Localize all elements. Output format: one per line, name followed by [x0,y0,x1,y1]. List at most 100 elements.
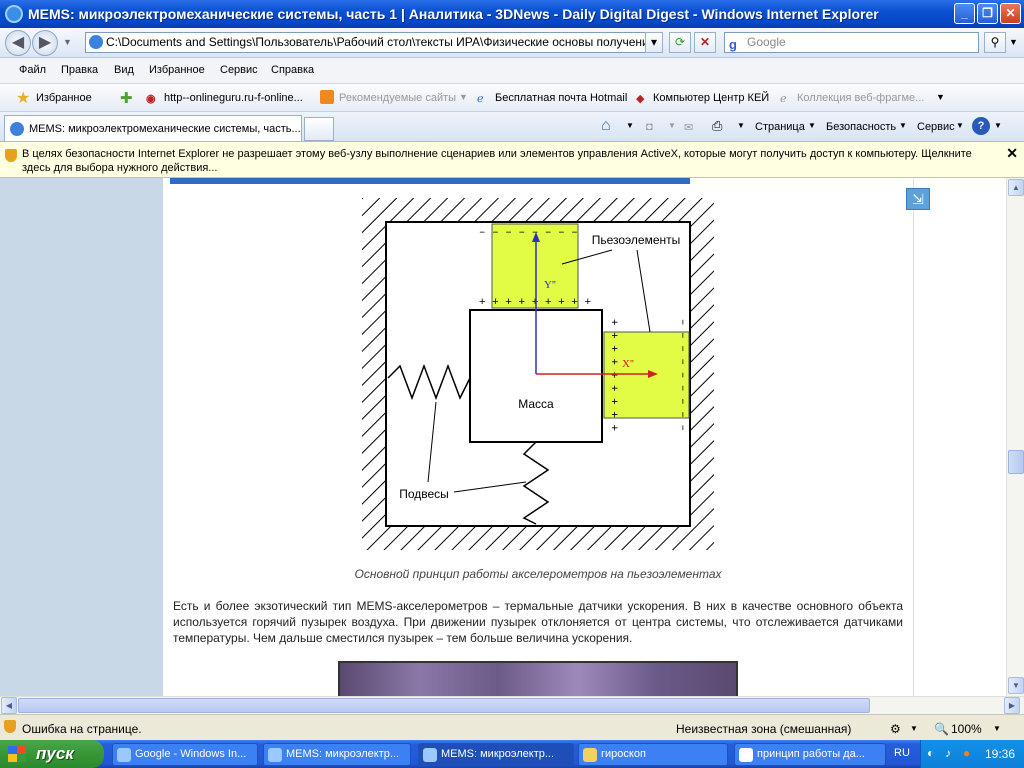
link-icon: ◉ [146,93,156,105]
rss-icon[interactable]: ◘ [646,121,653,133]
chevron-down-icon[interactable]: ▼ [993,724,1001,733]
fav-link-kei[interactable]: Компьютер Центр КЕЙ [653,92,769,104]
menu-view[interactable]: Вид [114,64,134,76]
scroll-right-button[interactable]: ▶ [1004,697,1020,714]
fav-link-suggested[interactable]: Рекомендуемые сайты [339,92,456,104]
protected-mode-icon[interactable]: ⚙ [890,722,901,736]
zoom-level[interactable]: 100% [951,722,982,736]
chevron-down-icon[interactable]: ▼ [956,121,964,130]
springs-label: Подвесы [399,487,449,501]
figure-caption: Основной принцип работы акселерометров н… [354,567,722,581]
word-icon [739,748,753,762]
fav-link-hotmail[interactable]: Бесплатная почта Hotmail [495,92,627,104]
tools-menu[interactable]: Сервис [917,121,955,133]
information-bar[interactable]: В целях безопасности Internet Explorer н… [0,142,1024,178]
chevron-down-icon[interactable]: ▼ [626,121,634,130]
tab-mems[interactable]: MEMS: микроэлектромеханические системы, … [4,115,302,141]
forward-button[interactable]: ▶ [32,30,58,56]
refresh-icon[interactable]: ⟳ [669,32,691,53]
chevron-down-icon[interactable]: ▼ [899,121,907,130]
back-button[interactable]: ◀ [5,30,31,56]
piezo-label: Пьезоэлементы [592,233,681,247]
maximize-button[interactable]: ❐ [977,3,998,24]
address-dropdown-button[interactable]: ▾ [645,32,663,53]
start-label: пуск [36,744,74,763]
left-margin [0,178,163,696]
search-options-icon[interactable]: ▼ [1009,37,1018,47]
window-title: MEMS: микроэлектромеханические системы, … [28,6,879,22]
add-favorite-icon[interactable]: ✚ [120,89,133,107]
chevron-down-icon[interactable]: ▼ [737,121,745,130]
title-bar: MEMS: микроэлектромеханические системы, … [0,0,1024,28]
horizontal-scrollbar[interactable]: ◀ ▶ [0,696,1024,714]
network-icon[interactable]: ◐ [927,746,934,760]
language-indicator[interactable]: RU [894,747,910,759]
fav-link-onlineguru[interactable]: http--onlineguru.ru-f-online... [164,92,303,104]
kei-link-icon: ◆ [636,93,645,105]
task-word[interactable]: принцип работы да... [734,743,886,766]
search-icon[interactable]: ⚲ [984,32,1006,53]
ie-icon [5,5,23,23]
star-icon: ★ [16,90,31,107]
print-icon[interactable]: ⎙ [712,118,722,134]
plus-row-top: + + + + + + + + + [479,297,591,309]
task-mems-1[interactable]: MEMS: микроэлектр... [263,743,411,766]
chevron-down-icon[interactable]: ▼ [994,121,1002,130]
chevron-down-icon[interactable]: ▼ [808,121,816,130]
app-tray-icon[interactable]: ● [963,746,970,760]
search-input[interactable]: g Google [724,32,979,53]
favorites-button[interactable]: Избранное [36,92,92,104]
mail-icon[interactable]: ✉ [684,121,693,134]
task-folder[interactable]: гироскоп [578,743,728,766]
vertical-scrollbar[interactable]: ▲ ▼ [1006,178,1024,696]
mass-label: Масса [518,397,554,411]
chevron-down-icon[interactable]: ▼ [459,92,468,102]
safety-menu[interactable]: Безопасность [826,121,896,133]
minimize-button[interactable]: _ [954,3,975,24]
fav-link-webslices[interactable]: Коллекция веб-фрагме... [797,92,924,104]
chip-photo [338,661,738,696]
menu-favorites[interactable]: Избранное [149,64,205,76]
task-google[interactable]: Google - Windows In... [112,743,258,766]
status-error[interactable]: Ошибка на странице. [22,722,142,736]
close-icon[interactable]: ✕ [1006,146,1018,160]
x-axis-label: X'' [622,358,634,370]
google-icon: g [729,37,737,52]
stop-icon[interactable]: ✕ [694,32,716,53]
start-button[interactable]: пуск [0,740,104,768]
chevron-down-icon[interactable]: ▼ [936,92,945,102]
page-viewport: ⇲ – – – – – – – – – + + + + + + + + + + … [0,178,1006,696]
task-label: Google - Windows In... [135,748,247,760]
ie-icon [423,748,437,762]
expand-arrow-icon[interactable]: ⇲ [906,188,930,210]
chevron-down-icon[interactable]: ▼ [668,121,676,130]
history-dropdown-icon[interactable]: ▼ [63,37,72,47]
scroll-up-button[interactable]: ▲ [1008,179,1024,196]
help-icon[interactable]: ? [972,117,990,135]
menu-tools[interactable]: Сервис [220,64,258,76]
tab-bar: MEMS: микроэлектромеханические системы, … [0,112,1024,142]
chevron-down-icon[interactable]: ▼ [910,724,918,733]
menu-help[interactable]: Справка [271,64,314,76]
address-input[interactable]: C:\Documents and Settings\Пользователь\Р… [85,32,663,53]
hscroll-thumb[interactable] [18,698,870,713]
scroll-left-button[interactable]: ◀ [1,697,17,714]
page-menu[interactable]: Страница [755,121,805,133]
new-tab-button[interactable] [304,117,334,141]
warning-icon[interactable] [4,720,16,733]
ie-icon [117,748,131,762]
task-mems-2[interactable]: MEMS: микроэлектр... [418,743,574,766]
close-button[interactable]: ✕ [1000,3,1021,24]
shield-icon [5,149,17,162]
scroll-thumb[interactable] [1008,450,1024,474]
windows-flag-icon [8,746,26,762]
menu-file[interactable]: Файл [19,64,46,76]
volume-icon[interactable]: ♪ [945,746,951,760]
menu-edit[interactable]: Правка [61,64,98,76]
page-icon [89,35,103,49]
clock: 19:36 [985,747,1016,761]
home-icon[interactable]: ⌂ [601,117,611,135]
menu-bar: Файл Правка Вид Избранное Сервис Справка [0,58,1024,84]
scroll-down-button[interactable]: ▼ [1008,677,1024,694]
article-paragraph: Есть и более экзотический тип MEMS-аксел… [173,599,903,645]
